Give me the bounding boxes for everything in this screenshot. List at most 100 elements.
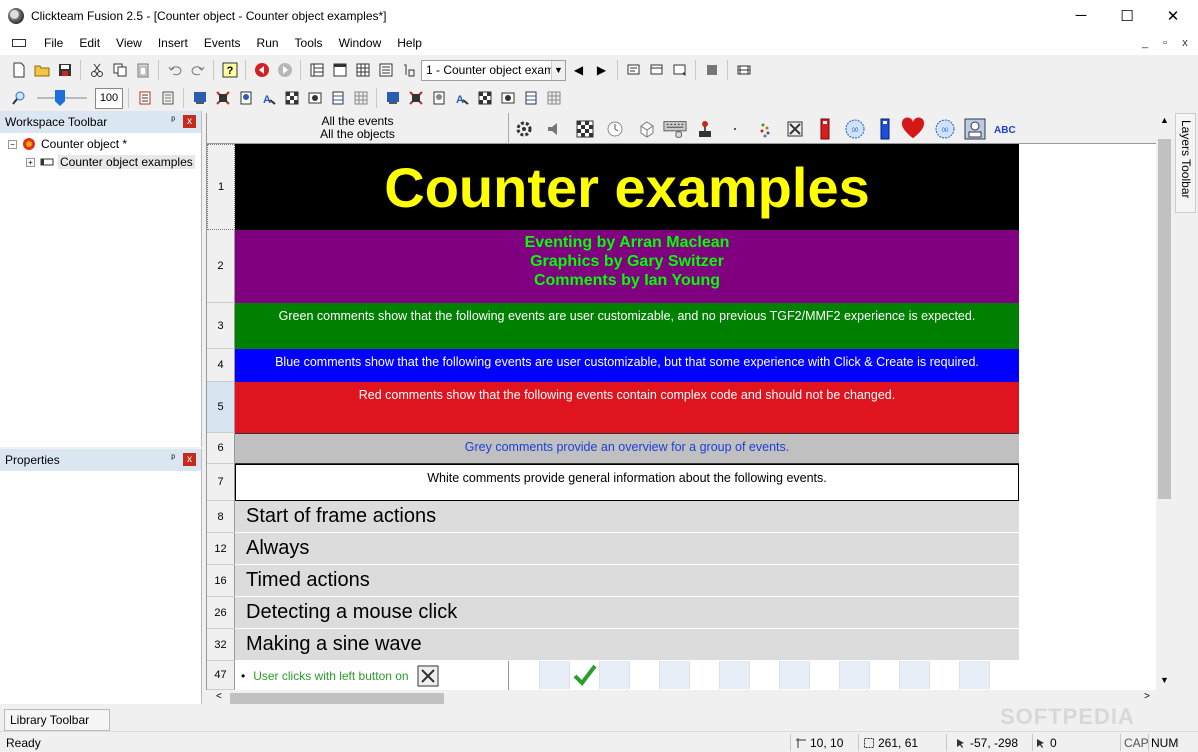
- mdi-minimize-button[interactable]: _: [1138, 37, 1152, 49]
- open-folder-icon[interactable]: [31, 60, 52, 80]
- horizontal-scroll-thumb[interactable]: [230, 693, 444, 704]
- close-icon[interactable]: x: [183, 453, 196, 466]
- event-group-header[interactable]: Making a sine wave: [235, 629, 1019, 661]
- insert-group-icon[interactable]: [157, 88, 178, 108]
- vertical-scrollbar[interactable]: ▲ ▼: [1156, 113, 1173, 690]
- undo-icon[interactable]: [164, 60, 185, 80]
- filter-icon-3[interactable]: [235, 88, 256, 108]
- event-group-header[interactable]: Timed actions: [235, 565, 1019, 597]
- library-toolbar-tab[interactable]: Library Toolbar: [4, 709, 110, 731]
- event-group-header[interactable]: Start of frame actions: [235, 501, 1019, 533]
- menu-window[interactable]: Window: [331, 31, 390, 55]
- event-row-6[interactable]: 6 Grey comments provide an overview for …: [207, 433, 1156, 464]
- counter-circle-icon[interactable]: 00: [843, 117, 867, 141]
- highlight-icon-1[interactable]: [382, 88, 403, 108]
- data-elements-icon[interactable]: [398, 60, 419, 80]
- run-application-icon[interactable]: [623, 60, 644, 80]
- help-icon[interactable]: ?: [219, 60, 240, 80]
- action-cell[interactable]: [540, 661, 570, 689]
- sound-icon[interactable]: [543, 117, 567, 141]
- counter-dial-icon[interactable]: 00: [933, 117, 957, 141]
- player-controls-icon[interactable]: [693, 117, 717, 141]
- blue-comment[interactable]: Blue comments show that the following ev…: [235, 349, 1019, 382]
- red-comment[interactable]: Red comments show that the following eve…: [235, 382, 1019, 433]
- tree-item-frame[interactable]: + Counter object examples: [0, 153, 201, 171]
- string-object-icon[interactable]: ABC: [993, 117, 1019, 141]
- frame-editor-icon[interactable]: [329, 60, 350, 80]
- active-object-dots-icon[interactable]: [753, 117, 777, 141]
- layers-toolbar-tab[interactable]: Layers Toolbar: [1175, 113, 1196, 213]
- filter-icon-7[interactable]: [327, 88, 348, 108]
- run-in-browser-icon[interactable]: [669, 60, 690, 80]
- menu-file[interactable]: File: [36, 31, 71, 55]
- event-row-number[interactable]: 16: [207, 565, 235, 597]
- keyboard-mouse-icon[interactable]: [663, 117, 687, 141]
- action-cell[interactable]: [960, 661, 990, 689]
- maximize-button[interactable]: ☐: [1104, 0, 1150, 31]
- action-cell[interactable]: [600, 661, 630, 689]
- all-events-cell[interactable]: All the events All the objects: [207, 113, 509, 144]
- message-box-icon[interactable]: [963, 117, 987, 141]
- filter-icon-2[interactable]: [212, 88, 233, 108]
- tree-expander[interactable]: −: [8, 139, 17, 149]
- menu-view[interactable]: View: [108, 31, 150, 55]
- forward-icon[interactable]: [274, 60, 295, 80]
- zoom-slider[interactable]: [37, 88, 87, 108]
- redo-icon[interactable]: [187, 60, 208, 80]
- run-frame-icon[interactable]: [646, 60, 667, 80]
- insert-comment-icon[interactable]: [134, 88, 155, 108]
- scroll-left-icon[interactable]: <: [216, 691, 222, 702]
- highlight-icon-5[interactable]: [474, 88, 495, 108]
- menu-run[interactable]: Run: [249, 31, 287, 55]
- counter-blue-bar-icon[interactable]: [873, 117, 897, 141]
- action-cell[interactable]: [510, 661, 540, 689]
- event-row-number[interactable]: 4: [207, 349, 235, 382]
- event-group-row[interactable]: 32 Making a sine wave: [207, 629, 1156, 661]
- pin-icon[interactable]: ᵖ: [171, 453, 175, 464]
- close-button[interactable]: ✕: [1150, 0, 1196, 31]
- event-row-number[interactable]: 2: [207, 230, 235, 303]
- action-cell[interactable]: [570, 661, 600, 689]
- filter-icon-5[interactable]: [281, 88, 302, 108]
- back-icon[interactable]: [251, 60, 272, 80]
- menu-events[interactable]: Events: [196, 31, 249, 55]
- scroll-down-icon[interactable]: ▼: [1160, 675, 1169, 685]
- event-row-2[interactable]: 2 Eventing by Arran Maclean Graphics by …: [207, 230, 1156, 303]
- mdi-restore-button[interactable]: ▫: [1158, 37, 1172, 49]
- event-row-number[interactable]: 1: [207, 144, 235, 230]
- event-group-row[interactable]: 8 Start of frame actions: [207, 501, 1156, 533]
- new-file-icon[interactable]: [8, 60, 29, 80]
- event-list-editor-icon[interactable]: [375, 60, 396, 80]
- white-comment[interactable]: White comments provide general informati…: [235, 464, 1019, 501]
- zoom-icon[interactable]: [8, 88, 29, 108]
- event-condition-row[interactable]: • User clicks with left button on: [235, 661, 1020, 690]
- action-cell[interactable]: [900, 661, 930, 689]
- event-row-47[interactable]: 47 • User clicks with left button on: [207, 661, 1156, 690]
- highlight-icon-3[interactable]: [428, 88, 449, 108]
- action-cell[interactable]: [930, 661, 960, 689]
- filter-icon-8[interactable]: [350, 88, 371, 108]
- filter-icon-6[interactable]: [304, 88, 325, 108]
- event-row-1[interactable]: 1 Counter examples: [207, 144, 1156, 230]
- event-row-number[interactable]: 12: [207, 533, 235, 565]
- event-row-4[interactable]: 4 Blue comments show that the following …: [207, 349, 1156, 382]
- event-group-header[interactable]: Detecting a mouse click: [235, 597, 1019, 629]
- filter-icon-1[interactable]: [189, 88, 210, 108]
- mdi-close-button[interactable]: x: [1178, 37, 1192, 49]
- event-group-row[interactable]: 26 Detecting a mouse click: [207, 597, 1156, 629]
- action-cell[interactable]: [990, 661, 1020, 689]
- action-cell[interactable]: [690, 661, 720, 689]
- frame-select[interactable]: 1 - Counter object exam ▼: [421, 59, 566, 81]
- filter-icon-4[interactable]: A: [258, 88, 279, 108]
- paste-icon[interactable]: [132, 60, 153, 80]
- event-row-3[interactable]: 3 Green comments show that the following…: [207, 303, 1156, 349]
- action-cell[interactable]: [840, 661, 870, 689]
- menu-insert[interactable]: Insert: [150, 31, 196, 55]
- event-row-number[interactable]: 32: [207, 629, 235, 661]
- scroll-right-icon[interactable]: >: [1144, 691, 1150, 702]
- action-cell[interactable]: [780, 661, 810, 689]
- heart-icon[interactable]: [901, 117, 925, 141]
- condition-cell[interactable]: • User clicks with left button on: [235, 661, 509, 690]
- zoom-slider-thumb[interactable]: [55, 90, 65, 106]
- grey-comment[interactable]: Grey comments provide an overview for a …: [235, 433, 1019, 464]
